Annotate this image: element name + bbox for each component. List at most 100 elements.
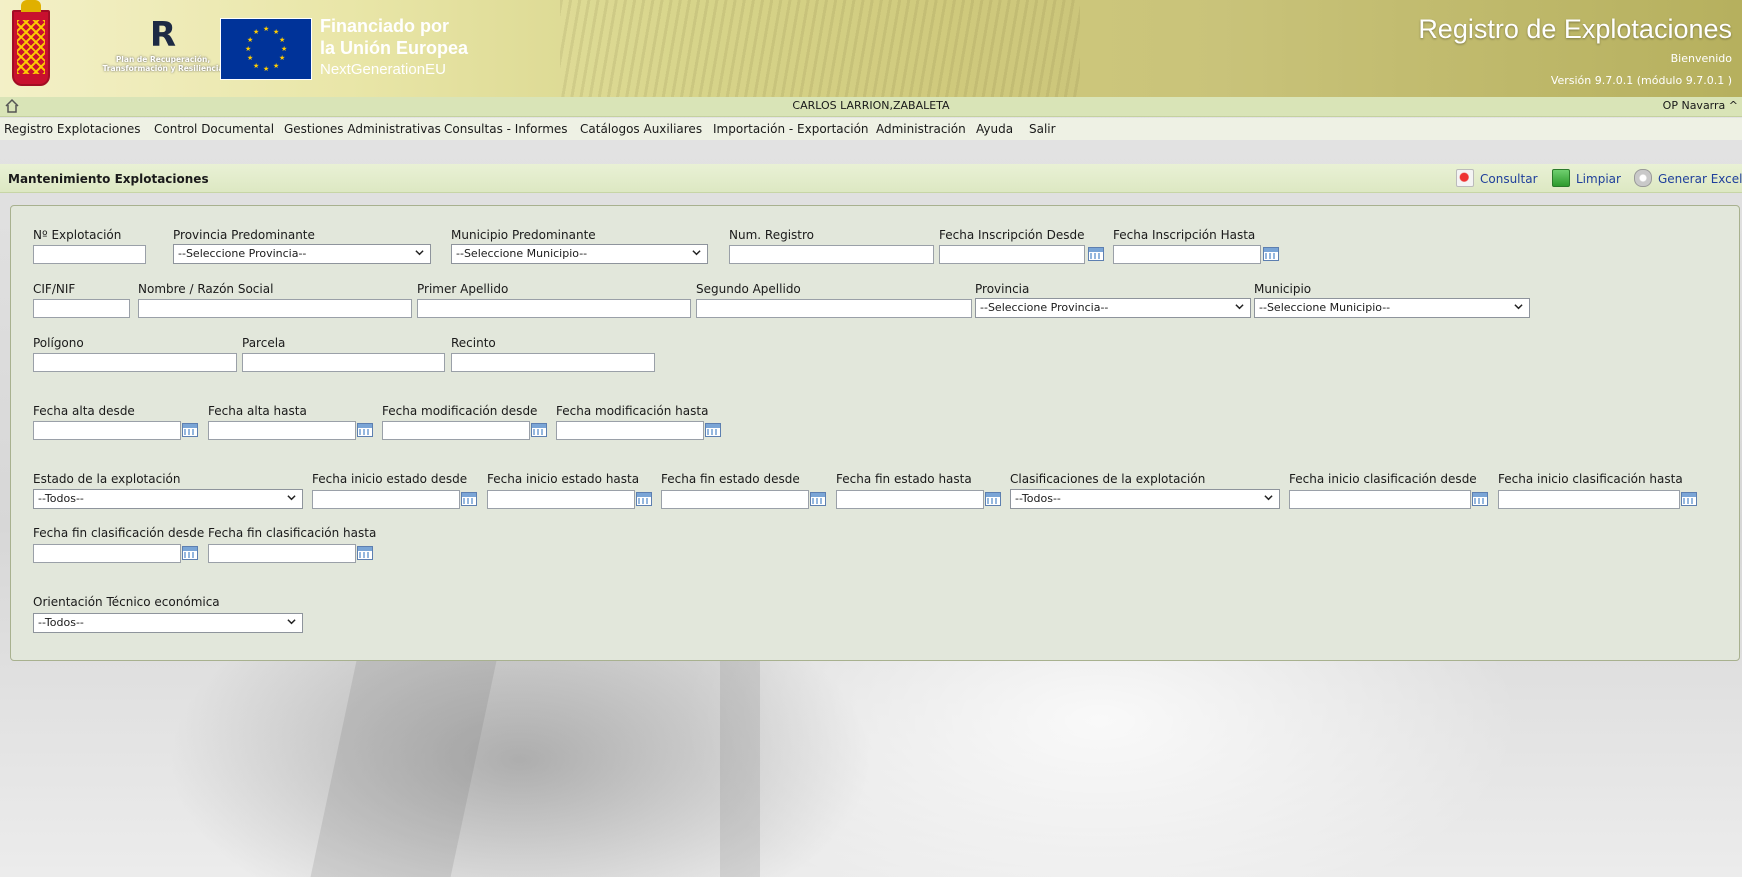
menu-gestiones-administrativas[interactable]: Gestiones Administrativas	[284, 122, 441, 136]
fecha-inscripcion-hasta-input[interactable]	[1113, 245, 1261, 264]
page-title: Mantenimiento Explotaciones	[8, 172, 209, 186]
fecha-fin-clas-hasta-input[interactable]	[208, 544, 356, 563]
municipio-predominante-select[interactable]: --Seleccione Municipio--	[451, 244, 708, 264]
calendar-icon[interactable]	[1263, 247, 1279, 261]
calendar-icon[interactable]	[1681, 492, 1697, 506]
fecha-fin-clas-desde-label: Fecha fin clasificación desde	[33, 526, 205, 540]
menu-consultas-informes[interactable]: Consultas - Informes	[444, 122, 568, 136]
version-text: Versión 9.7.0.1 (módulo 9.7.0.1 )	[1550, 74, 1732, 87]
menu-administracion[interactable]: Administración	[876, 122, 966, 136]
menu-control-documental[interactable]: Control Documental	[154, 122, 274, 136]
segundo-apellido-input[interactable]	[696, 299, 972, 318]
calendar-icon[interactable]	[461, 492, 477, 506]
fecha-inscripcion-desde-input[interactable]	[939, 245, 1085, 264]
chevron-down-icon	[287, 619, 296, 625]
menu-salir[interactable]: Salir	[1029, 122, 1056, 136]
parcela-label: Parcela	[242, 336, 286, 350]
provincia-predominante-value: --Seleccione Provincia--	[178, 247, 307, 260]
user-bar: CARLOS LARRION,ZABALETA OP Navarra ^	[0, 97, 1742, 117]
recinto-label: Recinto	[451, 336, 496, 350]
calendar-icon[interactable]	[531, 423, 547, 437]
poligono-input[interactable]	[33, 353, 237, 372]
num-explotacion-input[interactable]	[33, 245, 146, 264]
fecha-fin-estado-hasta-input[interactable]	[836, 490, 984, 509]
fecha-inicio-estado-hasta-input[interactable]	[487, 490, 635, 509]
fecha-inicio-clas-desde-label: Fecha inicio clasificación desde	[1289, 472, 1477, 486]
calendar-icon[interactable]	[636, 492, 652, 506]
parcela-input[interactable]	[242, 353, 445, 372]
nombre-razon-label: Nombre / Razón Social	[138, 282, 274, 296]
fecha-inscripcion-hasta-label: Fecha Inscripción Hasta	[1113, 228, 1256, 242]
provincia-predominante-label: Provincia Predominante	[173, 228, 315, 242]
orientacion-select[interactable]: --Todos--	[33, 613, 303, 633]
municipio-predominante-label: Municipio Predominante	[451, 228, 596, 242]
eu-flag-icon: ★ ★ ★ ★ ★ ★ ★ ★ ★ ★ ★ ★	[220, 18, 312, 80]
cif-nif-input[interactable]	[33, 299, 130, 318]
calendar-icon[interactable]	[810, 492, 826, 506]
navarra-shield-logo	[12, 0, 50, 86]
fecha-alta-desde-input[interactable]	[33, 421, 181, 440]
clasificaciones-select[interactable]: --Todos--	[1010, 489, 1280, 509]
calendar-icon[interactable]	[357, 546, 373, 560]
num-registro-label: Num. Registro	[729, 228, 815, 242]
calendar-icon[interactable]	[705, 423, 721, 437]
municipio-predominante-value: --Seleccione Municipio--	[456, 247, 588, 260]
search-form-panel: Nº Explotación Provincia Predominante --…	[10, 205, 1740, 661]
num-explotacion-label: Nº Explotación	[33, 228, 122, 242]
cif-nif-label: CIF/NIF	[33, 282, 76, 296]
fecha-inicio-estado-desde-input[interactable]	[312, 490, 460, 509]
calendar-icon[interactable]	[985, 492, 1001, 506]
generar-excel-label: Generar Excel	[1658, 172, 1742, 186]
app-title: Registro de Explotaciones	[1418, 14, 1732, 44]
menu-importacion-exportacion[interactable]: Importación - Exportación	[713, 122, 869, 136]
num-registro-input[interactable]	[729, 245, 934, 264]
clasificaciones-label: Clasificaciones de la explotación	[1010, 472, 1206, 486]
primer-apellido-label: Primer Apellido	[417, 282, 509, 296]
menu-ayuda[interactable]: Ayuda	[976, 122, 1013, 136]
fecha-fin-clas-desde-input[interactable]	[33, 544, 181, 563]
fecha-mod-desde-input[interactable]	[382, 421, 530, 440]
limpiar-button[interactable]: Limpiar	[1552, 169, 1621, 187]
clasificaciones-value: --Todos--	[1015, 492, 1061, 505]
eu-funding-text: Financiado por la Unión Europea NextGene…	[320, 15, 468, 81]
orientacion-label: Orientación Técnico económica	[33, 595, 220, 609]
calendar-icon[interactable]	[182, 423, 198, 437]
fecha-fin-estado-desde-input[interactable]	[661, 490, 809, 509]
fecha-mod-hasta-input[interactable]	[556, 421, 704, 440]
fecha-alta-desde-label: Fecha alta desde	[33, 404, 135, 418]
recinto-input[interactable]	[451, 353, 655, 372]
fecha-inicio-clas-hasta-input[interactable]	[1498, 490, 1680, 509]
fecha-inicio-clas-desde-input[interactable]	[1289, 490, 1471, 509]
limpiar-label: Limpiar	[1576, 172, 1621, 186]
estado-explotacion-select[interactable]: --Todos--	[33, 489, 303, 509]
section-title-bar: Mantenimiento Explotaciones Consultar Li…	[0, 164, 1742, 193]
provincia-select[interactable]: --Seleccione Provincia--	[975, 298, 1251, 318]
fecha-fin-estado-hasta-label: Fecha fin estado hasta	[836, 472, 972, 486]
fecha-alta-hasta-label: Fecha alta hasta	[208, 404, 307, 418]
provincia-predominante-select[interactable]: --Seleccione Provincia--	[173, 244, 431, 264]
calendar-icon[interactable]	[182, 546, 198, 560]
fecha-inicio-estado-desde-label: Fecha inicio estado desde	[312, 472, 468, 486]
generar-excel-button[interactable]: Generar Excel	[1634, 169, 1742, 187]
calendar-icon[interactable]	[357, 423, 373, 437]
user-name: CARLOS LARRION,ZABALETA	[792, 99, 950, 112]
primer-apellido-input[interactable]	[417, 299, 691, 318]
fecha-alta-hasta-input[interactable]	[208, 421, 356, 440]
main-menu: Registro Explotaciones Control Documenta…	[0, 118, 1742, 140]
chevron-down-icon	[287, 495, 296, 501]
recovery-plan-logo: R Plan de Recuperación, Transformación y…	[88, 18, 238, 78]
fecha-mod-desde-label: Fecha modificación desde	[382, 404, 538, 418]
menu-registro-explotaciones[interactable]: Registro Explotaciones	[4, 122, 140, 136]
organization-toggle[interactable]: OP Navarra ^	[1663, 99, 1738, 112]
menu-catalogos-auxiliares[interactable]: Catálogos Auxiliares	[580, 122, 702, 136]
chevron-down-icon	[1514, 304, 1523, 310]
consultar-button[interactable]: Consultar	[1456, 169, 1538, 187]
clear-icon	[1552, 169, 1570, 187]
chevron-down-icon	[692, 250, 701, 256]
calendar-icon[interactable]	[1088, 247, 1104, 261]
fecha-fin-clas-hasta-label: Fecha fin clasificación hasta	[208, 526, 377, 540]
eu-funding-line3: NextGenerationEU	[320, 61, 446, 78]
calendar-icon[interactable]	[1472, 492, 1488, 506]
nombre-razon-input[interactable]	[138, 299, 412, 318]
municipio-select[interactable]: --Seleccione Municipio--	[1254, 298, 1530, 318]
